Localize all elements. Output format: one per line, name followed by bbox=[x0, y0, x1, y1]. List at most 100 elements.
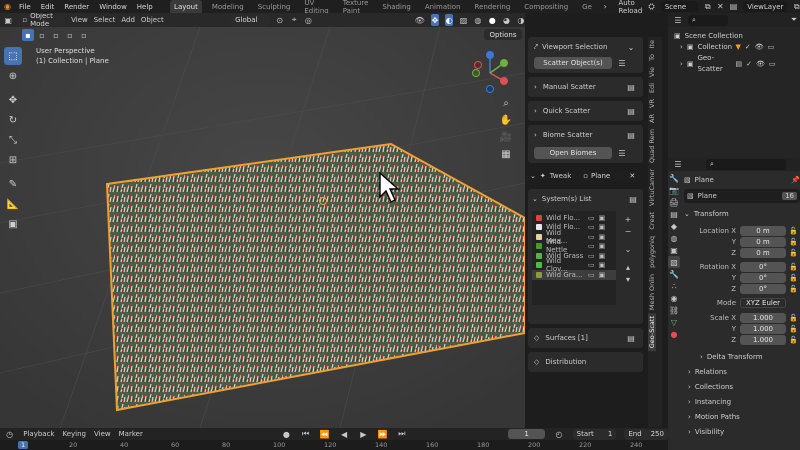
system-list-item[interactable]: Wild Gra... ▭ ▣ bbox=[532, 270, 616, 280]
render-toggle-icon[interactable]: ▣ bbox=[599, 252, 606, 260]
pivot-icon[interactable]: ⊙ bbox=[276, 14, 284, 26]
rotation-y-field[interactable]: 0° bbox=[740, 272, 786, 283]
render-tab-icon[interactable]: 📷 bbox=[668, 184, 680, 196]
lock-icon[interactable]: 🔓 bbox=[789, 249, 798, 257]
jump-end-icon[interactable]: ⏭ bbox=[396, 428, 407, 440]
restrict-icon[interactable]: ✓ bbox=[746, 59, 752, 70]
rotation-mode-dropdown[interactable]: XYZ Euler bbox=[740, 298, 786, 308]
menu-file[interactable]: File bbox=[17, 3, 33, 11]
add-icon[interactable]: + bbox=[622, 213, 634, 225]
select-new-icon[interactable]: ▪ bbox=[22, 29, 34, 41]
select-extend-icon[interactable]: ▫ bbox=[36, 29, 48, 41]
info-icon[interactable]: ▤ bbox=[625, 332, 637, 344]
timeline-ruler[interactable]: 1 20 40 60 80 100 120 140 160 180 200 220 240 bbox=[0, 440, 668, 450]
annotate-tool-icon[interactable]: ✎ bbox=[4, 175, 22, 193]
physics-tab-icon[interactable]: ◉ bbox=[668, 292, 680, 304]
restrict-icon[interactable]: ✓ bbox=[745, 42, 751, 53]
sidebar-tab[interactable]: Creat bbox=[648, 209, 656, 233]
viewport-display-icon[interactable]: ▭ bbox=[588, 214, 595, 222]
particles-tab-icon[interactable]: ∴ bbox=[668, 280, 680, 292]
clear-icon[interactable]: ✕ bbox=[629, 172, 635, 180]
cursor-tool-icon[interactable]: ⊕ bbox=[4, 67, 22, 85]
chevron-down-icon[interactable]: ⌄ bbox=[622, 243, 634, 255]
play-reverse-icon[interactable]: ◀ bbox=[339, 428, 350, 440]
tab-uv-editing[interactable]: UV Editing bbox=[300, 0, 332, 15]
sidebar-tab[interactable]: Edi bbox=[648, 80, 656, 96]
viewport-display-icon[interactable]: ▭ bbox=[588, 223, 595, 231]
collections-section[interactable]: › Collections bbox=[672, 379, 800, 394]
select-subtract-icon[interactable]: ▫ bbox=[50, 29, 62, 41]
chevron-down-icon[interactable]: ⌄ bbox=[532, 195, 538, 203]
scatter-objects-button[interactable]: Scatter Object(s) bbox=[534, 57, 612, 69]
systems-list[interactable]: Wild Flo... ▭ ▣ Wild Flo... ▭ ▣ Wild Mea... ▭ ▣ W… bbox=[532, 211, 616, 305]
location-x-field[interactable]: 0 m bbox=[740, 225, 786, 236]
next-keyframe-icon[interactable]: ⏩ bbox=[377, 428, 388, 440]
collection-row[interactable]: › ▣ Collection ▼ ✓ 👁 ▭ bbox=[674, 42, 800, 53]
prev-keyframe-icon[interactable]: ⏪ bbox=[319, 428, 330, 440]
tweak-object-field[interactable]: ▫ Plane ✕ bbox=[579, 170, 640, 182]
rotation-z-field[interactable]: 0° bbox=[740, 283, 786, 294]
editor-type-icon[interactable]: ☰ bbox=[672, 159, 684, 171]
rotation-x-field[interactable]: 0° bbox=[740, 261, 786, 272]
object-name-field[interactable]: ▧ Plane 16 bbox=[684, 189, 800, 203]
surfaces-panel[interactable]: ◇ Surfaces [1] ▤ bbox=[528, 328, 643, 348]
geo-scatter-row[interactable]: › ▣ Geo-Scatter ▤ ✓ 👁 ▭ bbox=[674, 53, 800, 75]
filter-icon[interactable]: ⏷ bbox=[788, 14, 800, 26]
select-intersect-icon[interactable]: ▫ bbox=[78, 29, 90, 41]
info-icon[interactable]: ▤ bbox=[627, 193, 639, 205]
instancing-section[interactable]: › Instancing bbox=[672, 394, 800, 409]
location-y-field[interactable]: 0 m bbox=[740, 236, 786, 247]
collection-tab-icon[interactable]: ▣ bbox=[668, 244, 680, 256]
camera-icon[interactable]: 🎥 bbox=[499, 130, 513, 144]
play-icon[interactable]: ▶ bbox=[358, 428, 369, 440]
lock-icon[interactable]: 🔓 bbox=[789, 263, 798, 271]
editor-type-icon[interactable]: ▣ bbox=[4, 14, 12, 26]
visibility-icon[interactable]: 👁 bbox=[755, 42, 764, 53]
rendered-shading-icon[interactable]: ◑ bbox=[517, 14, 525, 26]
end-frame-field[interactable]: End 250 bbox=[624, 428, 668, 440]
current-frame-field[interactable]: 1 bbox=[507, 429, 546, 439]
lock-icon[interactable]: 🔓 bbox=[789, 325, 798, 333]
layers-icon[interactable]: ▤ bbox=[730, 1, 738, 13]
sidebar-tab[interactable]: AR bbox=[648, 111, 656, 126]
visibility-icon[interactable]: 👁 bbox=[756, 59, 765, 70]
move-up-icon[interactable]: ▴ bbox=[622, 261, 634, 273]
relations-section[interactable]: › Relations bbox=[672, 364, 800, 379]
view-layer-selector[interactable]: ViewLayer bbox=[743, 1, 788, 12]
menu-keying[interactable]: Keying bbox=[62, 430, 86, 438]
manual-scatter-panel[interactable]: › Manual Scatter ▤ bbox=[528, 77, 643, 97]
tab-layout[interactable]: Layout bbox=[170, 0, 202, 13]
lock-icon[interactable]: 🔓 bbox=[789, 285, 798, 293]
users-count[interactable]: 16 bbox=[782, 192, 797, 200]
material-tab-icon[interactable]: ● bbox=[668, 328, 680, 340]
chevron-down-icon[interactable]: ⌄ bbox=[530, 172, 536, 180]
blender-logo-icon[interactable]: ◉ bbox=[4, 1, 11, 13]
navigation-gizmo[interactable] bbox=[468, 51, 512, 95]
system-list-item[interactable]: Wild Nettle ▭ ▣ bbox=[532, 238, 616, 254]
lock-icon[interactable]: 🔓 bbox=[789, 227, 798, 235]
motion-paths-section[interactable]: › Motion Paths bbox=[672, 409, 800, 424]
transform-tool-icon[interactable]: ⊞ bbox=[4, 151, 22, 169]
lock-icon[interactable]: 🔓 bbox=[789, 238, 798, 246]
scale-y-field[interactable]: 1.000 bbox=[740, 323, 786, 334]
stopwatch-icon[interactable]: ◴ bbox=[553, 428, 564, 440]
system-list-item[interactable]: Wild Flo... ▭ ▣ bbox=[532, 213, 616, 223]
outliner-search[interactable]: ⌕ bbox=[688, 14, 728, 26]
render-toggle-icon[interactable]: ▣ bbox=[599, 223, 606, 231]
tab-modeling[interactable]: Modeling bbox=[208, 0, 248, 13]
record-icon[interactable]: ● bbox=[281, 428, 292, 440]
lock-icon[interactable]: 🔓 bbox=[789, 336, 798, 344]
system-list-item[interactable]: Wild Clov... ▭ ▣ bbox=[532, 257, 616, 273]
scene-tab-icon[interactable]: ◆ bbox=[668, 220, 680, 232]
mode-dropdown[interactable]: ▫ Object Mode bbox=[18, 13, 66, 28]
overlay-icon[interactable]: ◐ bbox=[445, 14, 454, 26]
transform-header[interactable]: ⌄ Transform bbox=[684, 207, 800, 221]
tab-shading[interactable]: Shading bbox=[378, 0, 414, 13]
chevron-right-icon[interactable]: › bbox=[534, 131, 537, 139]
world-tab-icon[interactable]: ◍ bbox=[668, 232, 680, 244]
auto-reload-label[interactable]: Auto Reload bbox=[618, 0, 642, 15]
sidebar-tab[interactable]: Vie bbox=[648, 64, 656, 80]
constraints-tab-icon[interactable]: ⛓ bbox=[668, 304, 680, 316]
scale-tool-icon[interactable]: ⤡ bbox=[4, 131, 22, 149]
scene-collection-row[interactable]: ▣ Scene Collection bbox=[674, 31, 800, 42]
